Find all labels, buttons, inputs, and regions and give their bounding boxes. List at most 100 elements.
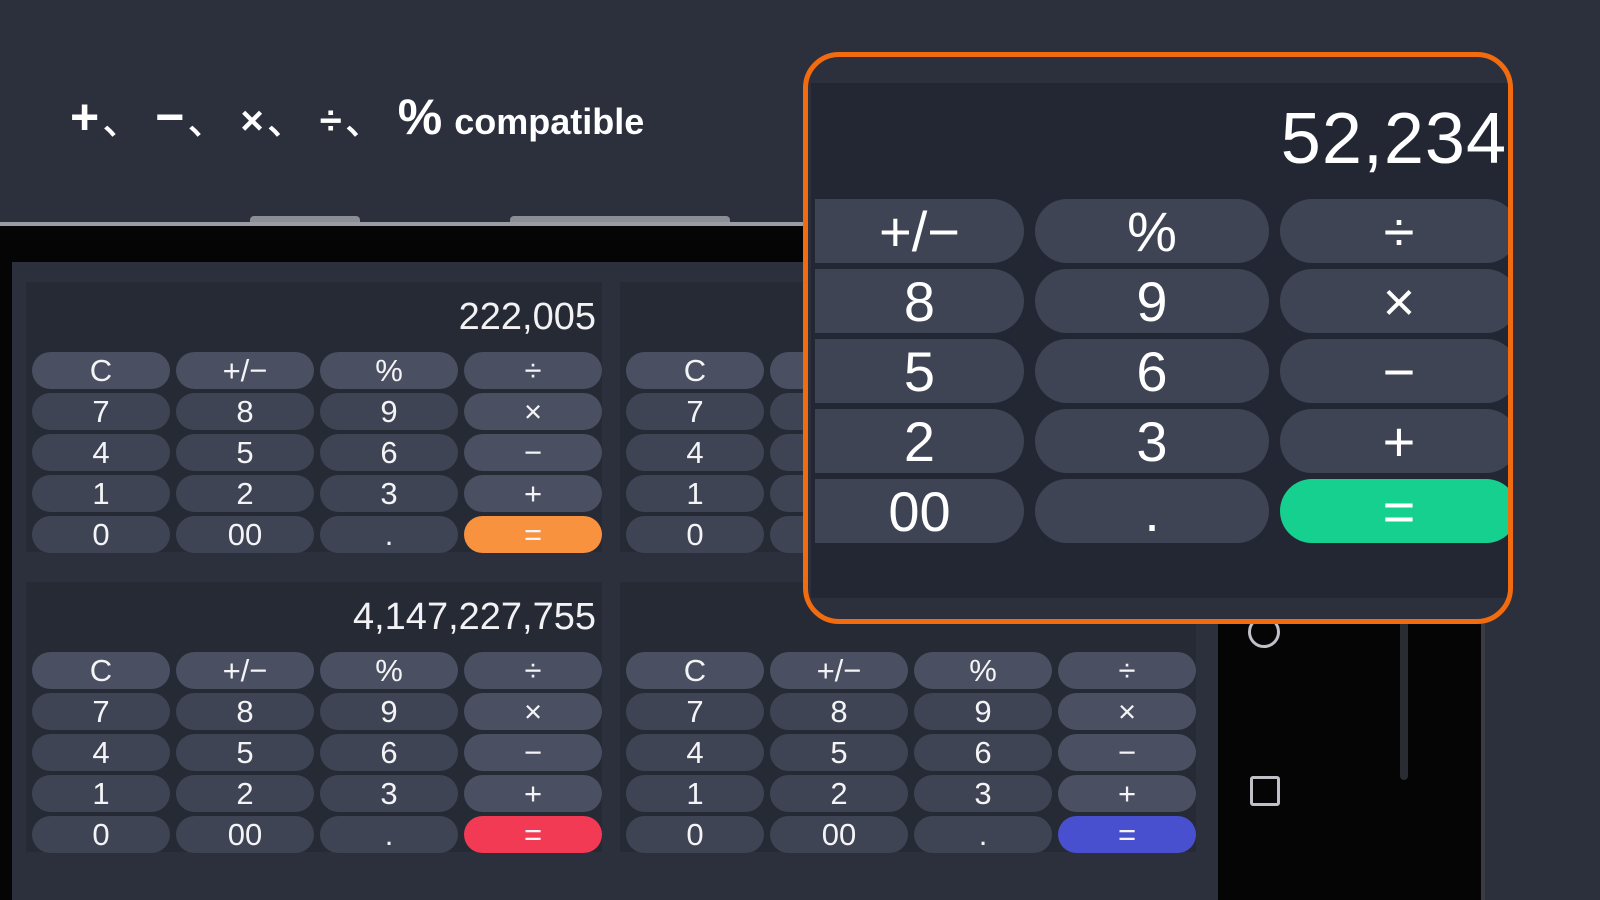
digit-9-button[interactable]: 9 xyxy=(320,393,458,430)
sign-button[interactable]: +/− xyxy=(815,199,1024,263)
calculator-keypad: C+/−%÷ 789× 456− 123+000.= xyxy=(620,652,1196,853)
digit-3-button[interactable]: 3 xyxy=(320,775,458,812)
divide-button[interactable]: ÷ xyxy=(464,652,602,689)
digit-5-button[interactable]: 5 xyxy=(770,734,908,771)
digit-9-button[interactable]: 9 xyxy=(914,693,1052,730)
calculator-keypad: C+/−%÷ 789× 456− 123+000.= xyxy=(26,652,602,853)
digit-3-button[interactable]: 3 xyxy=(1035,409,1269,473)
decimal-button[interactable]: . xyxy=(1035,479,1269,543)
sign-button[interactable]: +/− xyxy=(770,652,908,689)
percent-button[interactable]: % xyxy=(320,652,458,689)
clear-button[interactable]: C xyxy=(626,652,764,689)
digit-6-button[interactable]: 6 xyxy=(914,734,1052,771)
multiply-symbol: × xyxy=(240,99,264,143)
separator: 、 xyxy=(345,104,380,142)
digit-1-button[interactable]: 1 xyxy=(626,475,764,512)
percent-button[interactable]: % xyxy=(320,352,458,389)
digit-0-button[interactable]: 0 xyxy=(32,816,170,853)
decimal-button[interactable]: . xyxy=(320,516,458,553)
digit-9-button[interactable]: 9 xyxy=(320,693,458,730)
sign-button[interactable]: +/− xyxy=(176,352,314,389)
digit-7-button[interactable]: 7 xyxy=(32,693,170,730)
decimal-button[interactable]: . xyxy=(320,816,458,853)
percent-button[interactable]: % xyxy=(1035,199,1269,263)
add-button[interactable]: + xyxy=(464,775,602,812)
digit-5-button[interactable]: 5 xyxy=(815,339,1024,403)
zoomed-calculator: 52,234 +/−% ÷ 8 9 × 5 6− 2 3 +00. = xyxy=(803,52,1513,624)
digit-6-button[interactable]: 6 xyxy=(320,434,458,471)
double-zero-button[interactable]: 00 xyxy=(176,816,314,853)
digit-8-button[interactable]: 8 xyxy=(176,693,314,730)
multiply-button[interactable]: × xyxy=(1280,269,1508,333)
add-button[interactable]: + xyxy=(1280,409,1508,473)
digit-0-button[interactable]: 0 xyxy=(626,816,764,853)
recents-icon[interactable] xyxy=(1250,776,1280,806)
digit-4-button[interactable]: 4 xyxy=(626,434,764,471)
digit-1-button[interactable]: 1 xyxy=(626,775,764,812)
plus-symbol: + xyxy=(70,89,100,145)
clear-button[interactable]: C xyxy=(626,352,764,389)
multiply-button[interactable]: × xyxy=(464,393,602,430)
multiply-button[interactable]: × xyxy=(464,693,602,730)
promo-stage: + 、 − 、 × 、 ÷ 、 % compatible 222,005 C +/−… xyxy=(0,0,1600,900)
add-button[interactable]: + xyxy=(464,475,602,512)
equals-button[interactable]: = xyxy=(464,816,602,853)
digit-0-button[interactable]: 0 xyxy=(626,516,764,553)
digit-2-button[interactable]: 2 xyxy=(815,409,1024,473)
divide-button[interactable]: ÷ xyxy=(464,352,602,389)
divide-button[interactable]: ÷ xyxy=(1058,652,1196,689)
digit-9-button[interactable]: 9 xyxy=(1035,269,1269,333)
digit-4-button[interactable]: 4 xyxy=(32,434,170,471)
multiply-button[interactable]: × xyxy=(1058,693,1196,730)
digit-2-button[interactable]: 2 xyxy=(770,775,908,812)
add-button[interactable]: + xyxy=(1058,775,1196,812)
digit-7-button[interactable]: 7 xyxy=(626,693,764,730)
calculator-keypad: C+/−%÷ 789× 456− 123+000.= xyxy=(26,352,602,553)
subtract-button[interactable]: − xyxy=(464,434,602,471)
digit-8-button[interactable]: 8 xyxy=(176,393,314,430)
digit-6-button[interactable]: 6 xyxy=(1035,339,1269,403)
digit-4-button[interactable]: 4 xyxy=(32,734,170,771)
digit-1-button[interactable]: 1 xyxy=(32,475,170,512)
clear-button[interactable]: C xyxy=(32,652,170,689)
digit-3-button[interactable]: 3 xyxy=(914,775,1052,812)
digit-5-button[interactable]: 5 xyxy=(176,434,314,471)
separator: 、 xyxy=(188,104,223,142)
headline-word: compatible xyxy=(454,101,645,142)
digit-4-button[interactable]: 4 xyxy=(626,734,764,771)
minus-symbol: − xyxy=(155,89,185,145)
equals-button[interactable]: = xyxy=(1280,479,1508,543)
double-zero-button[interactable]: 00 xyxy=(815,479,1024,543)
divide-symbol: ÷ xyxy=(319,99,342,143)
zoomed-keypad: +/−% ÷ 8 9 × 5 6− 2 3 +00. = xyxy=(815,199,1508,543)
digit-0-button[interactable]: 0 xyxy=(32,516,170,553)
percent-symbol: % xyxy=(397,89,443,145)
digit-8-button[interactable]: 8 xyxy=(770,693,908,730)
digit-6-button[interactable]: 6 xyxy=(320,734,458,771)
digit-7-button[interactable]: 7 xyxy=(32,393,170,430)
digit-3-button[interactable]: 3 xyxy=(320,475,458,512)
sign-button[interactable]: +/− xyxy=(176,652,314,689)
equals-button[interactable]: = xyxy=(464,516,602,553)
double-zero-button[interactable]: 00 xyxy=(176,516,314,553)
digit-2-button[interactable]: 2 xyxy=(176,775,314,812)
zoomed-display: 52,234 xyxy=(1280,99,1507,179)
equals-button[interactable]: = xyxy=(1058,816,1196,853)
digit-8-button[interactable]: 8 xyxy=(815,269,1024,333)
double-zero-button[interactable]: 00 xyxy=(770,816,908,853)
subtract-button[interactable]: − xyxy=(464,734,602,771)
subtract-button[interactable]: − xyxy=(1280,339,1508,403)
digit-7-button[interactable]: 7 xyxy=(626,393,764,430)
calculator-display: 222,005 xyxy=(458,296,596,338)
percent-button[interactable]: % xyxy=(914,652,1052,689)
digit-2-button[interactable]: 2 xyxy=(176,475,314,512)
digit-1-button[interactable]: 1 xyxy=(32,775,170,812)
separator: 、 xyxy=(103,104,138,142)
clear-button[interactable]: C xyxy=(32,352,170,389)
digit-5-button[interactable]: 5 xyxy=(176,734,314,771)
phone-edge-line xyxy=(1400,620,1408,780)
subtract-button[interactable]: − xyxy=(1058,734,1196,771)
divide-button[interactable]: ÷ xyxy=(1280,199,1508,263)
decimal-button[interactable]: . xyxy=(914,816,1052,853)
calculator-display: 4,147,227,755 xyxy=(352,596,596,638)
